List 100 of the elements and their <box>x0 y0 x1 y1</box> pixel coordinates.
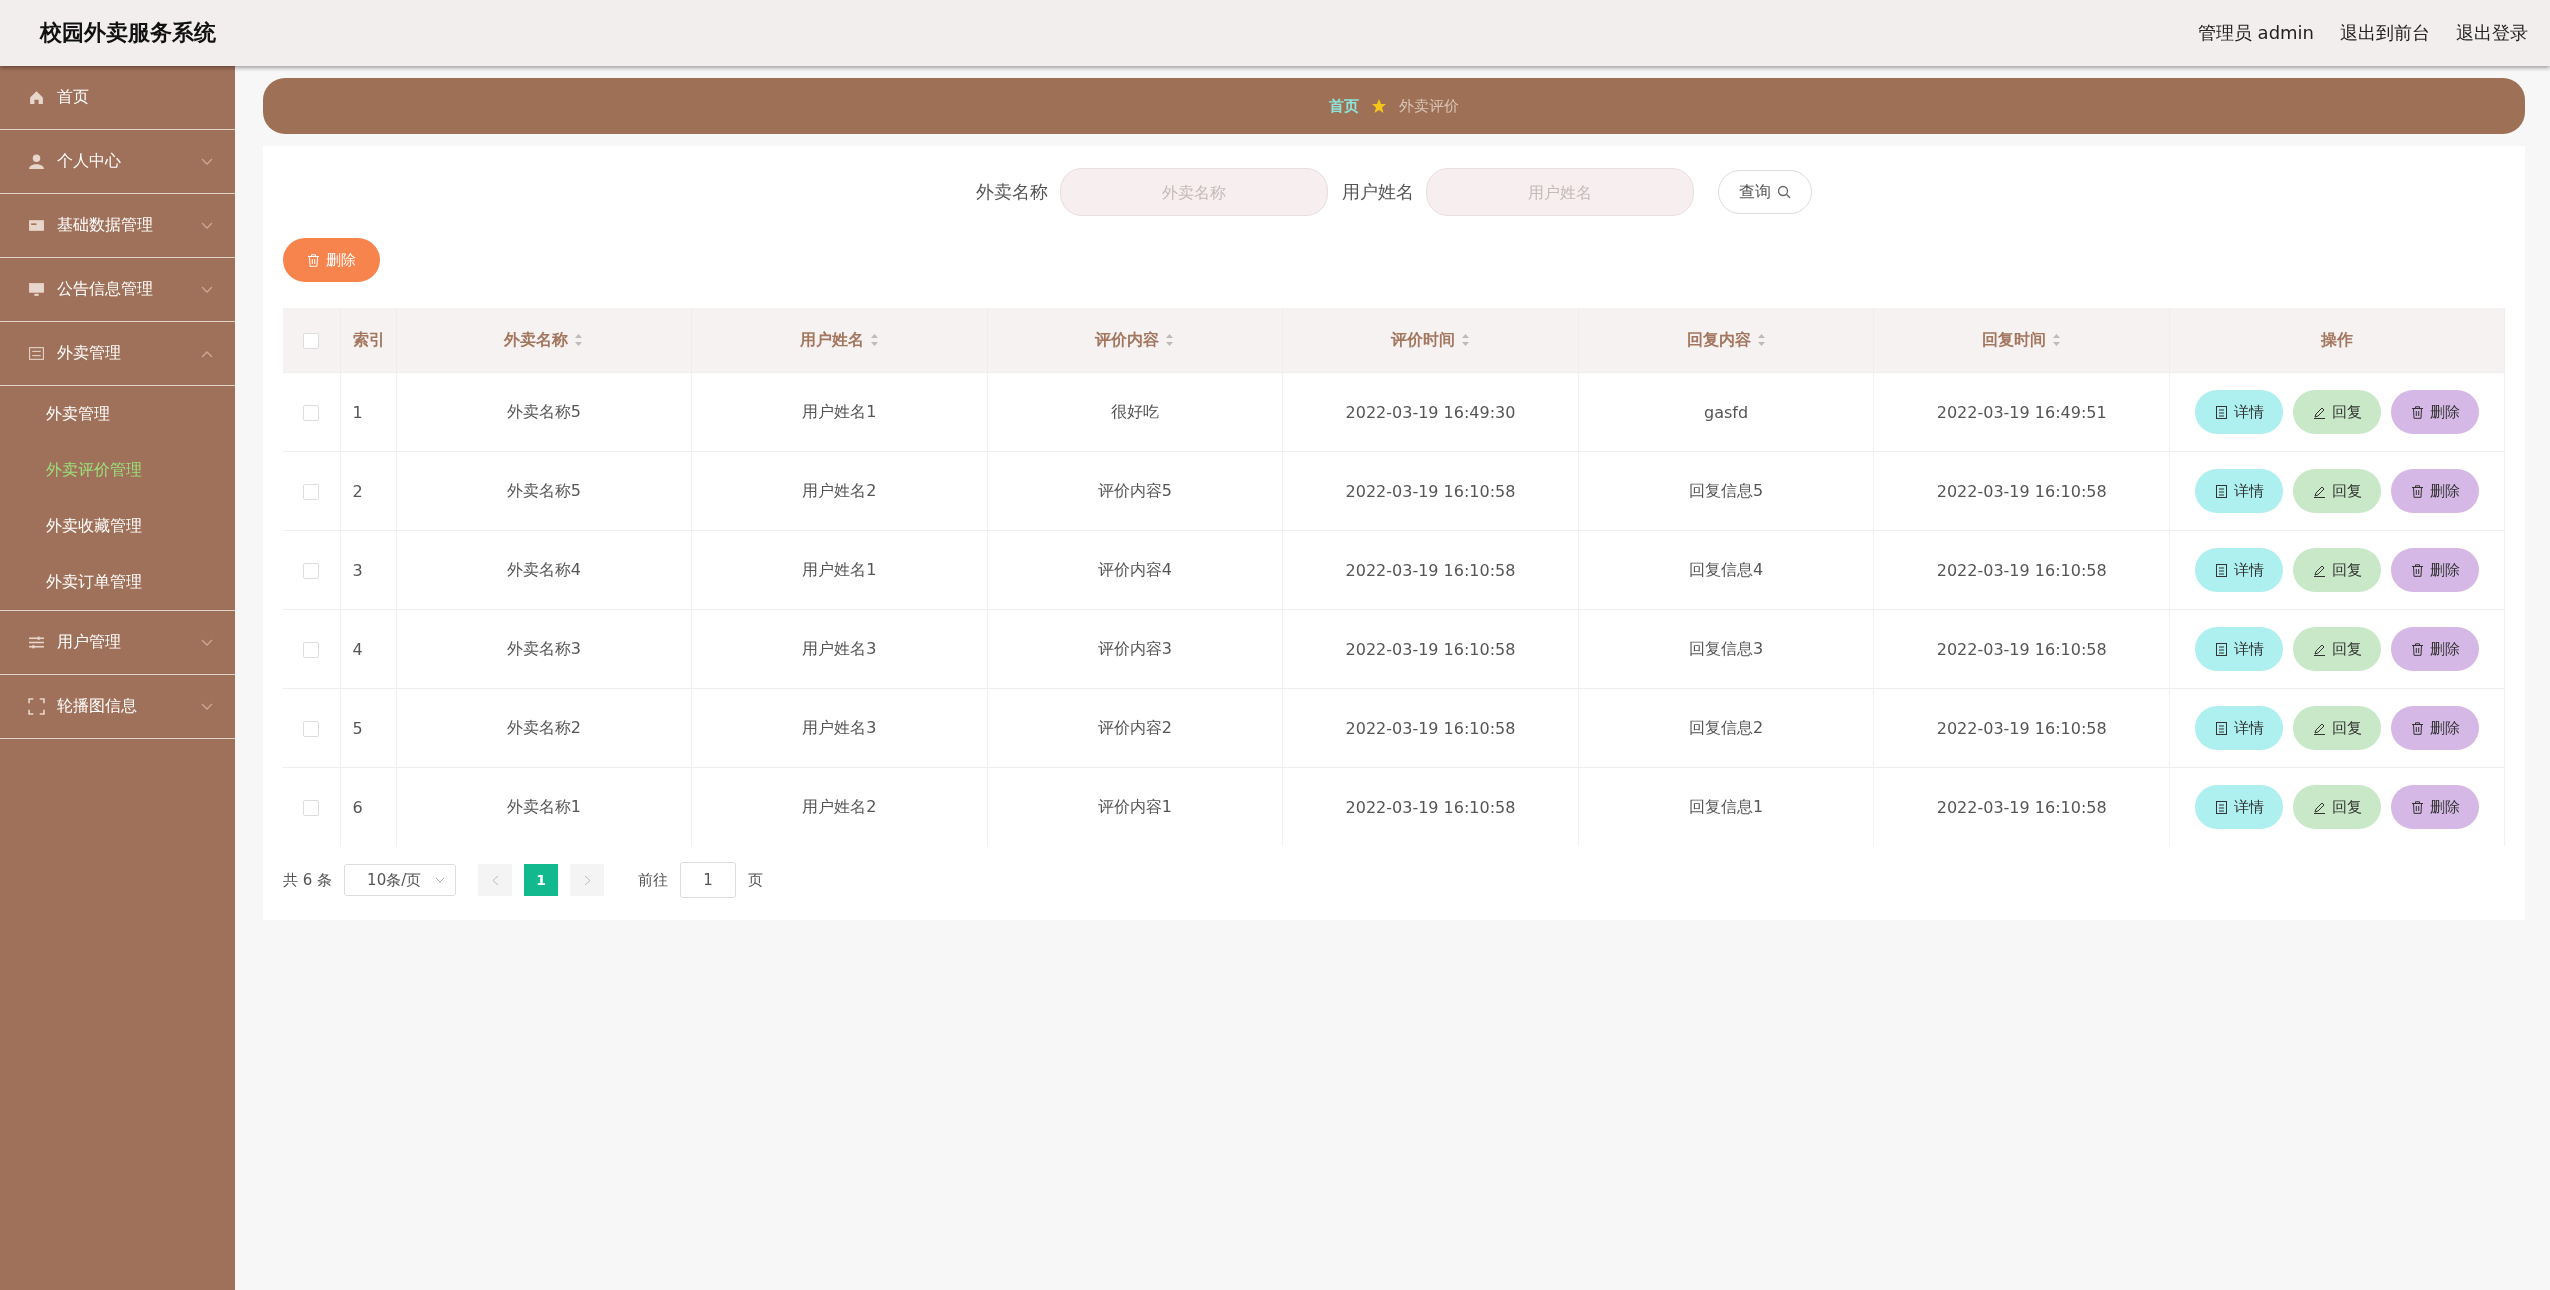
sort-icon[interactable] <box>574 333 584 347</box>
reply-button[interactable]: 回复 <box>2293 706 2381 750</box>
pencil-icon <box>2312 721 2326 735</box>
home-icon <box>28 89 45 106</box>
sort-icon[interactable] <box>1756 333 1766 347</box>
column-header: 评价时间 <box>1391 329 1455 351</box>
pencil-icon <box>2312 800 2326 814</box>
column-header: 用户姓名 <box>799 329 864 351</box>
table-cell: 2022-03-19 16:49:30 <box>1345 402 1516 422</box>
delete-button[interactable]: 删除 <box>2391 627 2479 671</box>
breadcrumb-current: 外卖评价 <box>1399 96 1459 116</box>
table-cell: 回复信息1 <box>1689 796 1764 816</box>
checkbox[interactable] <box>303 800 320 816</box>
sidebar-item[interactable]: 外卖管理 <box>0 322 235 386</box>
previous-page-button[interactable] <box>478 864 513 896</box>
table-cell: 用户姓名3 <box>802 717 877 737</box>
table-cell: 2022-03-19 16:10:58 <box>1345 718 1516 738</box>
reply-button[interactable]: 回复 <box>2293 469 2381 513</box>
page-size-select[interactable]: 10条/页 <box>344 864 457 896</box>
pencil-icon <box>2312 642 2326 656</box>
delete-button[interactable]: 删除 <box>2391 785 2479 829</box>
header-link[interactable]: 退出登录 <box>2456 21 2528 45</box>
person-icon <box>28 153 45 170</box>
delete-button[interactable]: 删除 <box>2391 548 2479 592</box>
detail-button[interactable]: 详情 <box>2195 706 2283 750</box>
checkbox[interactable] <box>303 484 320 500</box>
reply-button[interactable]: 回复 <box>2293 785 2381 829</box>
trash-icon <box>2410 484 2424 498</box>
goto-label: 前往 <box>638 870 669 890</box>
next-page-button[interactable] <box>570 864 605 896</box>
document-icon <box>2214 642 2228 656</box>
table-cell: 2022-03-19 16:10:58 <box>1936 797 2107 817</box>
sort-icon[interactable] <box>1461 333 1470 347</box>
detail-button[interactable]: 详情 <box>2195 548 2283 592</box>
reply-button[interactable]: 回复 <box>2293 627 2381 671</box>
header-link[interactable]: 管理员 admin <box>2197 21 2314 45</box>
reply-button[interactable]: 回复 <box>2293 390 2381 434</box>
table-cell: 2022-03-19 16:10:58 <box>1936 481 2107 501</box>
chevron-left-icon <box>491 874 499 886</box>
table-cell: 用户姓名2 <box>802 796 877 816</box>
table-cell: 外卖名称1 <box>506 796 581 816</box>
reply-button[interactable]: 回复 <box>2293 548 2381 592</box>
list-icon <box>28 345 45 362</box>
sort-icon[interactable] <box>2052 333 2062 347</box>
detail-button[interactable]: 详情 <box>2195 390 2283 434</box>
header-link[interactable]: 退出到前台 <box>2340 21 2430 45</box>
table-cell: 很好吃 <box>1110 401 1159 421</box>
table-cell: 回复信息4 <box>1689 559 1764 579</box>
detail-button[interactable]: 详情 <box>2195 785 2283 829</box>
checkbox[interactable] <box>303 563 320 579</box>
search-button[interactable]: 查询 <box>1718 170 1812 214</box>
sidebar-item[interactable]: 轮播图信息 <box>0 675 235 739</box>
table-cell: 2022-03-19 16:10:58 <box>1345 797 1516 817</box>
document-icon <box>2214 563 2228 577</box>
document-icon <box>2214 484 2228 498</box>
detail-button[interactable]: 详情 <box>2195 469 2283 513</box>
checkbox[interactable] <box>303 721 320 737</box>
sidebar-item[interactable]: 基础数据管理 <box>0 194 235 258</box>
table-cell: 2022-03-19 16:10:58 <box>1345 560 1516 580</box>
column-header: 外卖名称 <box>504 329 569 351</box>
table-cell: 3 <box>352 560 363 580</box>
table-cell: 回复信息2 <box>1689 717 1764 737</box>
table-cell: 4 <box>352 639 363 659</box>
table-cell: 2022-03-19 16:10:58 <box>1345 639 1516 659</box>
delete-button[interactable]: 删除 <box>2391 469 2479 513</box>
column-header: 回复时间 <box>1982 329 2047 351</box>
app-title: 校园外卖服务系统 <box>40 19 216 47</box>
checkbox[interactable] <box>303 333 320 349</box>
table-cell: 2022-03-19 16:49:51 <box>1936 402 2107 422</box>
checkbox[interactable] <box>303 405 320 421</box>
checkbox[interactable] <box>303 642 320 658</box>
star-icon <box>1371 98 1387 114</box>
delete-button[interactable]: 删除 <box>2391 390 2479 434</box>
monitor-icon <box>28 281 45 298</box>
pencil-icon <box>2312 563 2326 577</box>
card-icon <box>28 217 45 234</box>
table-cell: 2022-03-19 16:10:58 <box>1345 481 1516 501</box>
trash-icon <box>2410 800 2424 814</box>
sidebar-subitem[interactable]: 外卖订单管理 <box>0 554 235 610</box>
sort-icon[interactable] <box>869 333 879 347</box>
page-input[interactable]: 1 <box>680 862 737 898</box>
delete-button[interactable]: 删除 <box>2391 706 2479 750</box>
table-cell: 评价内容2 <box>1097 717 1173 737</box>
document-icon <box>2214 800 2228 814</box>
table-cell: gasfd <box>1704 402 1749 422</box>
field-label: 外卖名称 <box>976 180 1048 204</box>
sidebar-item[interactable]: 首页 <box>0 66 235 130</box>
sidebar-item[interactable]: 用户管理 <box>0 611 235 675</box>
trash-icon <box>307 253 320 267</box>
sidebar-item[interactable]: 公告信息管理 <box>0 258 235 322</box>
table-cell: 外卖名称3 <box>506 638 581 658</box>
sidebar-subitem[interactable]: 外卖收藏管理 <box>0 498 235 554</box>
trash-icon <box>2410 405 2424 419</box>
table-cell: 回复信息3 <box>1689 638 1764 658</box>
detail-button[interactable]: 详情 <box>2195 627 2283 671</box>
sidebar-subitem[interactable]: 外卖管理 <box>0 386 235 442</box>
sort-icon[interactable] <box>1165 333 1175 347</box>
chevron-icon <box>435 877 446 883</box>
table-cell: 评价内容4 <box>1097 559 1173 579</box>
sidebar-item[interactable]: 个人中心 <box>0 130 235 194</box>
